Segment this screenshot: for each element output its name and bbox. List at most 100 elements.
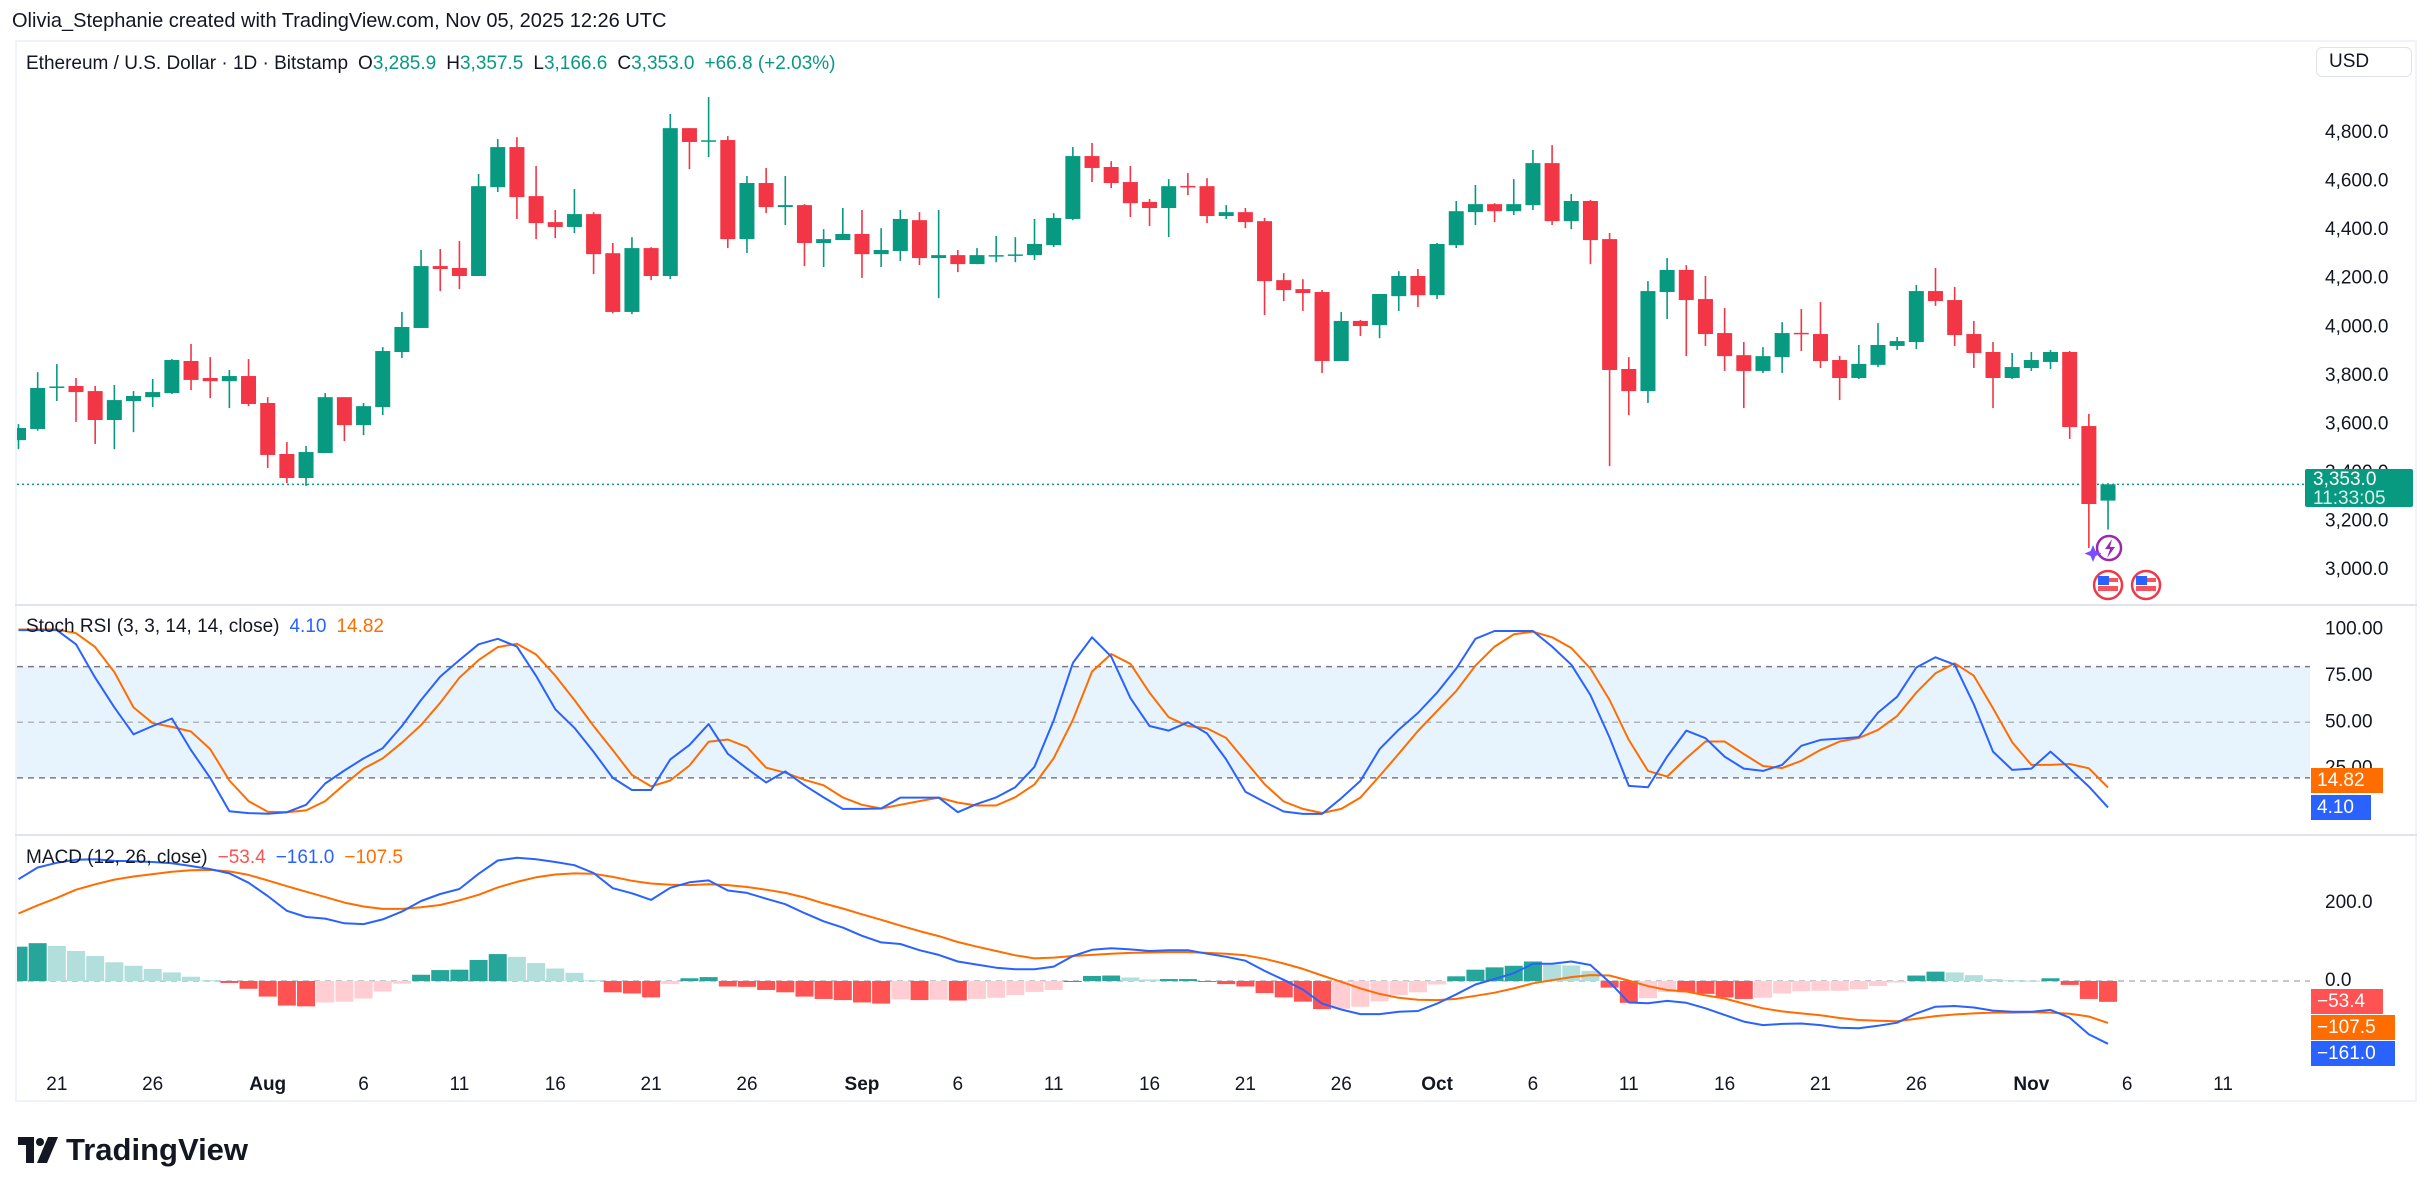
candle[interactable] — [1870, 323, 1885, 367]
candle[interactable] — [1315, 290, 1330, 373]
candle[interactable] — [893, 210, 908, 261]
candle[interactable] — [509, 137, 524, 219]
candle[interactable] — [1487, 203, 1502, 222]
candle[interactable] — [1890, 337, 1905, 350]
candle[interactable] — [1161, 179, 1176, 237]
candle[interactable] — [682, 128, 697, 169]
candle[interactable] — [1525, 150, 1540, 210]
candle[interactable] — [1449, 201, 1464, 248]
candle[interactable] — [318, 393, 333, 453]
candle[interactable] — [433, 249, 448, 291]
candle[interactable] — [414, 250, 429, 328]
candle[interactable] — [778, 176, 793, 225]
ai-signal-icon[interactable] — [2097, 536, 2121, 560]
candle[interactable] — [1755, 347, 1770, 373]
candle[interactable] — [1640, 281, 1655, 403]
candle[interactable] — [1430, 243, 1445, 299]
candle[interactable] — [624, 237, 639, 314]
candle[interactable] — [490, 139, 505, 192]
candle[interactable] — [970, 248, 985, 264]
candle[interactable] — [1966, 321, 1981, 368]
candle[interactable] — [1123, 166, 1138, 217]
candle[interactable] — [1027, 219, 1042, 260]
candle[interactable] — [375, 347, 390, 415]
candle[interactable] — [203, 357, 218, 398]
candle[interactable] — [356, 403, 371, 435]
candle[interactable] — [1736, 342, 1751, 408]
candle[interactable] — [644, 247, 659, 280]
candle[interactable] — [394, 312, 409, 358]
candle[interactable] — [279, 442, 294, 483]
candle[interactable] — [452, 241, 467, 289]
candle[interactable] — [567, 189, 582, 233]
candle[interactable] — [1909, 285, 1924, 349]
candle[interactable] — [701, 97, 716, 157]
us-economic-event-icon[interactable] — [2132, 571, 2160, 599]
candle[interactable] — [1276, 273, 1291, 301]
candle[interactable] — [816, 229, 831, 267]
candle[interactable] — [1621, 357, 1636, 415]
candle[interactable] — [126, 391, 141, 432]
candle[interactable] — [1065, 147, 1080, 220]
candle[interactable] — [835, 208, 850, 240]
candle[interactable] — [1085, 143, 1100, 182]
candle[interactable] — [720, 136, 735, 248]
candle[interactable] — [1180, 173, 1195, 195]
candle[interactable] — [1046, 213, 1061, 247]
candle[interactable] — [989, 236, 1004, 262]
candle[interactable] — [759, 168, 774, 213]
candle[interactable] — [548, 210, 563, 238]
candle[interactable] — [1334, 312, 1349, 361]
candle[interactable] — [107, 385, 122, 449]
candle[interactable] — [2081, 414, 2096, 548]
candle[interactable] — [184, 344, 199, 390]
candle[interactable] — [1564, 194, 1579, 229]
candle[interactable] — [1391, 271, 1406, 311]
candle[interactable] — [1238, 208, 1253, 228]
candle[interactable] — [1679, 265, 1694, 356]
candle[interactable] — [49, 364, 64, 401]
candle[interactable] — [1200, 178, 1215, 223]
candle[interactable] — [1602, 233, 1617, 466]
chart-canvas[interactable]: 4,800.04,600.04,400.04,200.04,000.03,800… — [0, 0, 2433, 1195]
candle[interactable] — [1506, 179, 1521, 215]
candle[interactable] — [1545, 145, 1560, 225]
candle[interactable] — [2043, 350, 2058, 369]
candle[interactable] — [1583, 200, 1598, 264]
candle[interactable] — [931, 210, 946, 298]
candle[interactable] — [1947, 287, 1962, 346]
macd-title[interactable]: MACD (12, 26, close) — [26, 847, 208, 869]
candle[interactable] — [586, 212, 601, 274]
candle[interactable] — [222, 370, 237, 408]
candle[interactable] — [299, 446, 314, 486]
candle[interactable] — [912, 212, 927, 265]
candle[interactable] — [529, 166, 544, 239]
candle[interactable] — [471, 174, 486, 276]
candle[interactable] — [663, 114, 678, 279]
candle[interactable] — [1660, 258, 1675, 319]
candle[interactable] — [1008, 237, 1023, 262]
candle[interactable] — [2101, 483, 2116, 529]
us-economic-event-icon[interactable] — [2094, 571, 2122, 599]
candle[interactable] — [605, 243, 620, 313]
candle[interactable] — [1295, 279, 1310, 311]
candle[interactable] — [1813, 302, 1828, 368]
candle[interactable] — [1104, 161, 1119, 188]
candle[interactable] — [1142, 199, 1157, 226]
candle[interactable] — [1219, 205, 1234, 219]
candle[interactable] — [30, 372, 45, 431]
candle[interactable] — [874, 228, 889, 267]
candle[interactable] — [69, 378, 84, 422]
candle[interactable] — [145, 379, 160, 407]
candle[interactable] — [2062, 351, 2077, 439]
candle[interactable] — [1775, 322, 1790, 373]
candle[interactable] — [1928, 268, 1943, 306]
candle[interactable] — [950, 250, 965, 272]
candle[interactable] — [1410, 269, 1425, 307]
candle[interactable] — [11, 424, 26, 449]
candle[interactable] — [1353, 320, 1368, 336]
candle[interactable] — [854, 210, 869, 278]
candle[interactable] — [1698, 276, 1713, 346]
candle[interactable] — [797, 204, 812, 266]
candle[interactable] — [1372, 294, 1387, 338]
